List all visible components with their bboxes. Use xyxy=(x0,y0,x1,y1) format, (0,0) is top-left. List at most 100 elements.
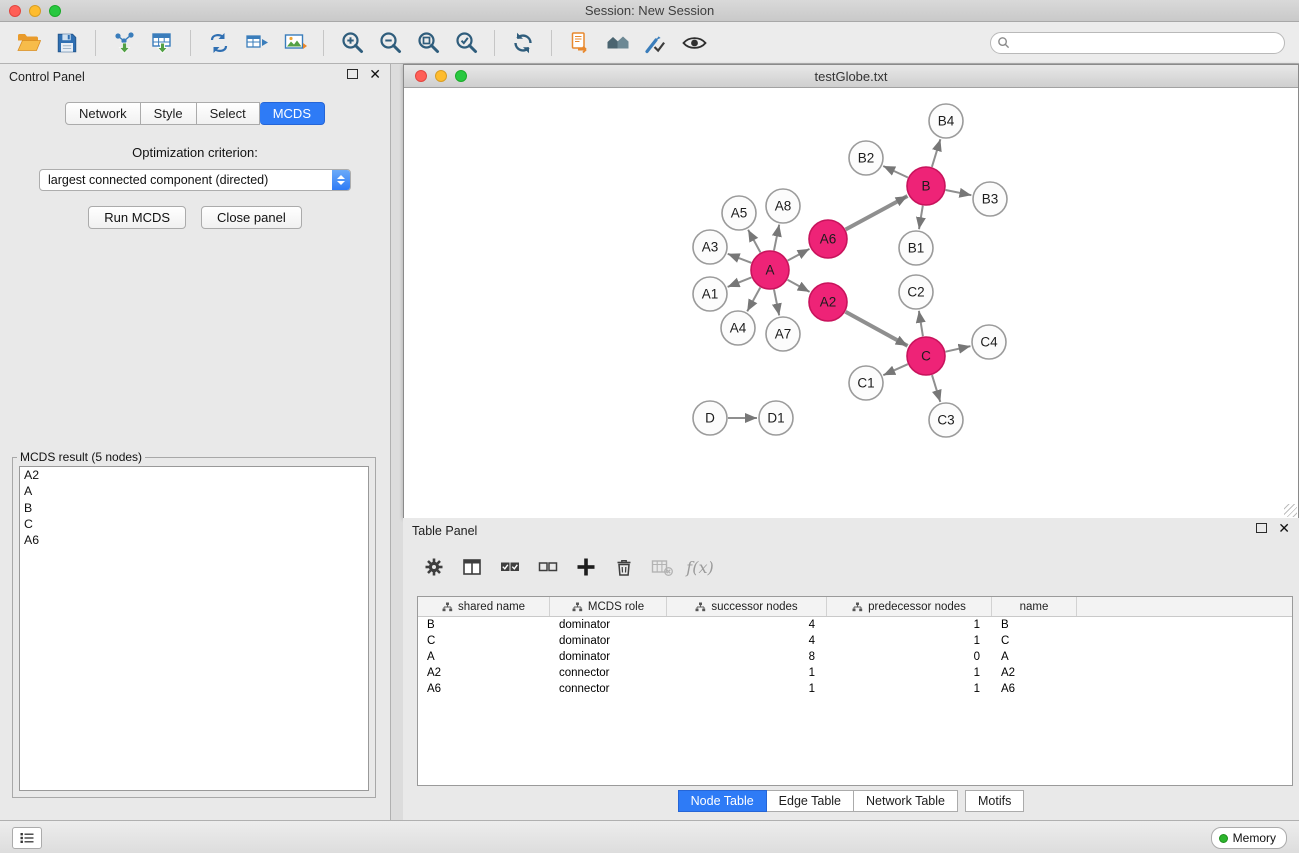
show-panels-button[interactable] xyxy=(12,827,42,849)
cell-predecessor-nodes[interactable]: 1 xyxy=(827,635,992,647)
cell-predecessor-nodes[interactable]: 1 xyxy=(827,619,992,631)
table-row[interactable]: A6 connector 1 1 A6 xyxy=(418,681,1292,697)
network-node-A[interactable]: A xyxy=(751,251,789,289)
network-edge-B-B2[interactable] xyxy=(883,166,908,178)
table-row[interactable]: B dominator 4 1 B xyxy=(418,617,1292,633)
column-header-mcds-role[interactable]: MCDS role xyxy=(550,597,667,616)
network-edge-A-A5[interactable] xyxy=(748,230,760,253)
network-node-C3[interactable]: C3 xyxy=(929,403,963,437)
apply-style-button[interactable] xyxy=(637,27,675,59)
save-session-button[interactable] xyxy=(48,27,86,59)
tab-style[interactable]: Style xyxy=(141,102,197,125)
tab-node-table[interactable]: Node Table xyxy=(678,790,767,812)
show-hide-button[interactable] xyxy=(675,27,713,59)
cell-mcds-role[interactable]: dominator xyxy=(550,619,667,631)
cell-mcds-role[interactable]: connector xyxy=(550,667,667,679)
network-edge-A2-C[interactable] xyxy=(846,312,908,346)
deselect-all-button[interactable] xyxy=(531,552,565,582)
cell-predecessor-nodes[interactable]: 1 xyxy=(827,667,992,679)
import-network-button[interactable] xyxy=(105,27,143,59)
network-edge-C-C3[interactable] xyxy=(932,375,940,402)
network-node-C1[interactable]: C1 xyxy=(849,366,883,400)
tab-network-table[interactable]: Network Table xyxy=(854,790,958,812)
network-node-A5[interactable]: A5 xyxy=(722,196,756,230)
network-edge-A-A6[interactable] xyxy=(788,249,810,261)
zoom-in-button[interactable] xyxy=(333,27,371,59)
tab-edge-table[interactable]: Edge Table xyxy=(767,790,854,812)
tab-mcds[interactable]: MCDS xyxy=(260,102,325,125)
cell-successor-nodes[interactable]: 8 xyxy=(667,651,827,663)
network-minimize-button[interactable] xyxy=(435,70,447,82)
column-header-name[interactable]: name xyxy=(992,597,1077,616)
cell-shared-name[interactable]: A xyxy=(418,651,550,663)
select-all-button[interactable] xyxy=(493,552,527,582)
open-session-button[interactable] xyxy=(10,27,48,59)
mcds-result-list[interactable]: A2 A B C A6 xyxy=(19,466,369,791)
network-window-titlebar[interactable]: testGlobe.txt xyxy=(404,65,1298,88)
cell-successor-nodes[interactable]: 1 xyxy=(667,683,827,695)
column-header-successor-nodes[interactable]: successor nodes xyxy=(667,597,827,616)
function-builder-button[interactable]: f(x) xyxy=(683,552,717,582)
network-node-B2[interactable]: B2 xyxy=(849,141,883,175)
cell-shared-name[interactable]: C xyxy=(418,635,550,647)
optimization-criterion-dropdown[interactable]: largest connected component (directed) xyxy=(39,169,351,191)
zoom-selected-button[interactable] xyxy=(447,27,485,59)
memory-button[interactable]: Memory xyxy=(1211,827,1287,849)
search-input[interactable] xyxy=(1010,35,1278,51)
cell-shared-name[interactable]: A6 xyxy=(418,683,550,695)
cell-name[interactable]: A2 xyxy=(992,667,1077,679)
table-row[interactable]: A dominator 8 0 A xyxy=(418,649,1292,665)
network-node-A2[interactable]: A2 xyxy=(809,283,847,321)
close-window-button[interactable] xyxy=(9,5,21,17)
search-field[interactable] xyxy=(990,32,1285,54)
cell-mcds-role[interactable]: dominator xyxy=(550,635,667,647)
close-table-panel-icon[interactable]: ✕ xyxy=(1278,522,1290,534)
network-node-B[interactable]: B xyxy=(907,167,945,205)
network-overview-button[interactable] xyxy=(599,27,637,59)
add-column-button[interactable] xyxy=(569,552,603,582)
network-node-B4[interactable]: B4 xyxy=(929,104,963,138)
network-node-D1[interactable]: D1 xyxy=(759,401,793,435)
network-node-B3[interactable]: B3 xyxy=(973,182,1007,216)
network-edge-B-B1[interactable] xyxy=(919,206,923,230)
cell-successor-nodes[interactable]: 4 xyxy=(667,619,827,631)
tab-select[interactable]: Select xyxy=(197,102,260,125)
new-network-table-button[interactable] xyxy=(238,27,276,59)
tab-motifs[interactable]: Motifs xyxy=(965,790,1024,812)
column-header-shared-name[interactable]: shared name xyxy=(418,597,550,616)
network-node-A4[interactable]: A4 xyxy=(721,311,755,345)
delete-table-button[interactable] xyxy=(645,552,679,582)
resize-grip[interactable] xyxy=(1284,504,1297,517)
tab-network[interactable]: Network xyxy=(65,102,141,125)
network-graph[interactable]: AA6A2BCA5A8A3A1A4A7B2B4B3B1C2C4C1C3DD1 xyxy=(404,88,1298,517)
cell-name[interactable]: B xyxy=(992,619,1077,631)
network-edge-A-A1[interactable] xyxy=(728,277,752,287)
import-table-button[interactable] xyxy=(143,27,181,59)
float-panel-icon[interactable] xyxy=(347,69,358,79)
network-edge-A-A8[interactable] xyxy=(774,225,779,251)
mcds-result-item[interactable]: B xyxy=(20,500,368,516)
network-canvas[interactable]: AA6A2BCA5A8A3A1A4A7B2B4B3B1C2C4C1C3DD1 xyxy=(404,88,1298,518)
zoom-window-button[interactable] xyxy=(49,5,61,17)
minimize-window-button[interactable] xyxy=(29,5,41,17)
network-edge-C-C2[interactable] xyxy=(919,311,923,336)
refresh-layout-button[interactable] xyxy=(504,27,542,59)
table-row[interactable]: C dominator 4 1 C xyxy=(418,633,1292,649)
network-edge-A-A4[interactable] xyxy=(747,288,760,312)
delete-column-button[interactable] xyxy=(607,552,641,582)
cell-predecessor-nodes[interactable]: 0 xyxy=(827,651,992,663)
network-zoom-button[interactable] xyxy=(455,70,467,82)
cell-successor-nodes[interactable]: 4 xyxy=(667,635,827,647)
cell-name[interactable]: A xyxy=(992,651,1077,663)
mcds-result-item[interactable]: A xyxy=(20,483,368,499)
network-node-C2[interactable]: C2 xyxy=(899,275,933,309)
zoom-out-button[interactable] xyxy=(371,27,409,59)
network-node-C[interactable]: C xyxy=(907,337,945,375)
mcds-result-item[interactable]: A2 xyxy=(20,467,368,483)
cell-name[interactable]: A6 xyxy=(992,683,1077,695)
close-panel-button[interactable]: Close panel xyxy=(201,206,302,229)
network-node-D[interactable]: D xyxy=(693,401,727,435)
cell-name[interactable]: C xyxy=(992,635,1077,647)
network-node-C4[interactable]: C4 xyxy=(972,325,1006,359)
table-row[interactable]: A2 connector 1 1 A2 xyxy=(418,665,1292,681)
